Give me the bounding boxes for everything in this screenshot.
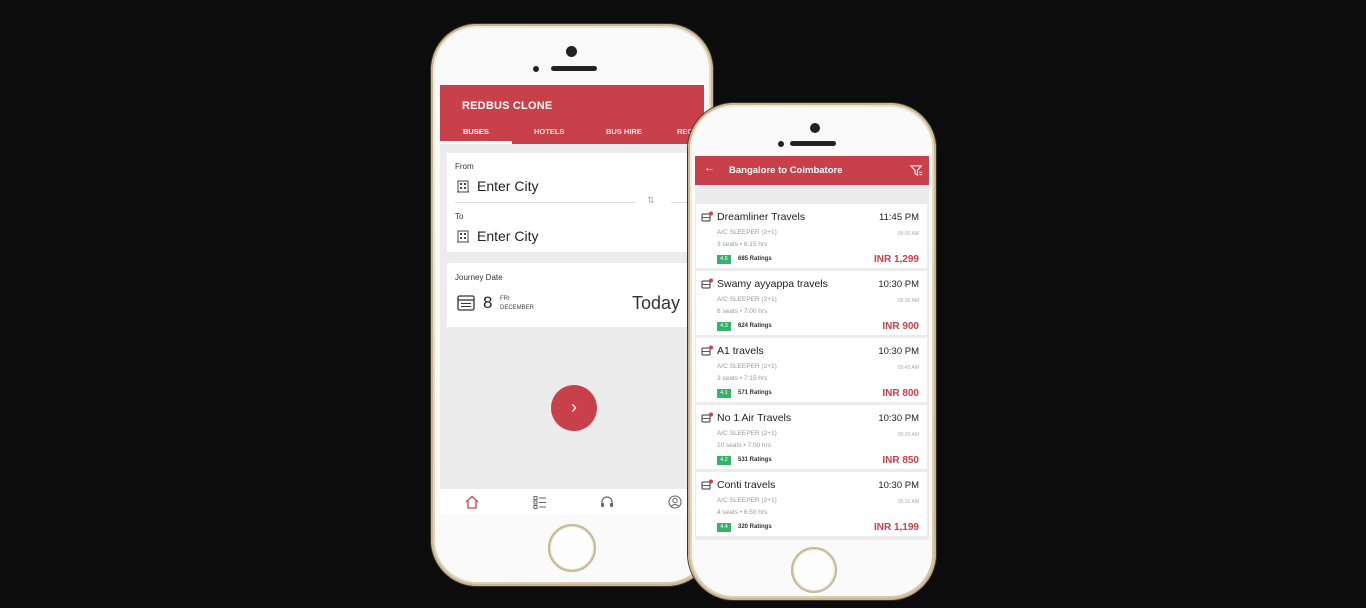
- profile-icon[interactable]: [668, 495, 682, 509]
- to-label: To: [455, 212, 464, 221]
- phone-left: REDBUS CLONE BUSES HOTELS BUS HIRE REC F…: [431, 24, 713, 586]
- departure-time: 10:30 PM: [878, 346, 919, 357]
- speaker: [790, 141, 836, 146]
- rating-badge: 4.1: [717, 389, 731, 398]
- tab-bus-hire[interactable]: BUS HIRE: [606, 127, 642, 136]
- phone-right: ← Bangalore to Coimbatore Dreamliner Tra…: [688, 103, 936, 600]
- tab-buses[interactable]: BUSES: [463, 127, 489, 136]
- home-button[interactable]: [791, 547, 837, 593]
- bus-list-item[interactable]: Swamy ayyappa travels 10:30 PM A/C SLEEPER…: [696, 271, 927, 335]
- ratings-count: 320 Ratings: [738, 524, 772, 530]
- route-title: Bangalore to Coimbatore: [729, 165, 843, 176]
- bus-operator-name: A1 travels: [717, 345, 764, 357]
- bus-operator-name: Dreamliner Travels: [717, 211, 806, 223]
- rating-badge: 4.6: [717, 255, 731, 264]
- screen-left: REDBUS CLONE BUSES HOTELS BUS HIRE REC F…: [440, 85, 704, 515]
- bus-icon: [701, 278, 713, 289]
- to-input[interactable]: Enter City: [477, 228, 538, 244]
- front-camera: [566, 46, 577, 57]
- seats-duration: 4 seats • 6:50 hrs: [717, 509, 768, 516]
- front-camera: [810, 123, 820, 133]
- ratings-count: 624 Ratings: [738, 323, 772, 329]
- tab-hotels[interactable]: HOTELS: [534, 127, 564, 136]
- bus-icon: [701, 345, 713, 356]
- departure-time: 10:30 PM: [878, 413, 919, 424]
- bus-operator-name: Conti travels: [717, 479, 776, 491]
- search-buses-button[interactable]: ›: [551, 385, 597, 431]
- bus-price: INR 850: [882, 455, 919, 466]
- bus-icon: [701, 211, 713, 222]
- bus-price: INR 1,299: [873, 254, 919, 265]
- bus-icon: [701, 479, 713, 490]
- bookings-icon[interactable]: [533, 495, 547, 509]
- arrival-time: 06:00 AM: [897, 231, 919, 237]
- bus-price: INR 1,199: [873, 522, 919, 533]
- bus-price: INR 800: [882, 388, 919, 399]
- bus-type: A/C SLEEPER (2+1): [717, 229, 777, 236]
- from-divider: [455, 202, 635, 203]
- from-label: From: [455, 162, 474, 171]
- arrival-time: 05:45 AM: [897, 365, 919, 371]
- journey-date-card[interactable]: Journey Date 8 FRI DECEMBER Today: [447, 263, 704, 327]
- filter-icon[interactable]: [910, 164, 923, 177]
- sensor: [778, 141, 784, 147]
- bus-list-item[interactable]: No 1 Air Travels 10:30 PM A/C SLEEPER (2+1…: [696, 405, 927, 469]
- arrival-time: 05:30 AM: [897, 432, 919, 438]
- seats-duration: 3 seats • 7:15 hrs: [717, 375, 768, 382]
- active-tab-indicator: [440, 141, 512, 144]
- bottom-nav: [440, 489, 704, 515]
- ratings-count: 531 Ratings: [738, 457, 772, 463]
- rating-badge: 4.3: [717, 322, 731, 331]
- app-title: REDBUS CLONE: [462, 100, 553, 112]
- bus-list-item[interactable]: Dreamliner Travels 11:45 PM A/C SLEEPER (2…: [696, 204, 927, 268]
- bus-icon: [701, 412, 713, 423]
- building-icon: [457, 230, 469, 243]
- date-weekday: FRI: [500, 296, 510, 302]
- bus-type: A/C SLEEPER (2+1): [717, 430, 777, 437]
- rating-badge: 4.2: [717, 456, 731, 465]
- date-today: Today: [632, 293, 681, 313]
- back-arrow-icon[interactable]: ←: [704, 162, 715, 174]
- from-input[interactable]: Enter City: [477, 178, 538, 194]
- route-card: From Enter City ⇅ To Enter City: [447, 153, 704, 252]
- ratings-count: 685 Ratings: [738, 256, 772, 262]
- arrival-time: 05:20 AM: [897, 499, 919, 505]
- arrival-time: 05:30 AM: [897, 298, 919, 304]
- app-header: REDBUS CLONE BUSES HOTELS BUS HIRE REC: [440, 85, 704, 144]
- bus-type: A/C SLEEPER (2+1): [717, 497, 777, 504]
- bus-operator-name: Swamy ayyappa travels: [717, 278, 828, 290]
- bus-type: A/C SLEEPER (2+1): [717, 363, 777, 370]
- sensor: [533, 66, 539, 72]
- home-button[interactable]: [548, 524, 596, 572]
- rating-badge: 4.4: [717, 523, 731, 532]
- bus-price: INR 900: [882, 321, 919, 332]
- seats-duration: 3 seats • 6:15 hrs: [717, 241, 768, 248]
- screen-right: ← Bangalore to Coimbatore Dreamliner Tra…: [695, 156, 929, 540]
- bus-list-item[interactable]: Conti travels 10:30 PM A/C SLEEPER (2+1) 05…: [696, 472, 927, 536]
- departure-time: 11:45 PM: [879, 212, 919, 223]
- bus-operator-name: No 1 Air Travels: [717, 412, 792, 424]
- calendar-icon: [457, 295, 475, 311]
- departure-time: 10:30 PM: [878, 279, 919, 290]
- seats-duration: 6 seats • 7:00 hrs: [717, 308, 768, 315]
- journey-date-label: Journey Date: [455, 273, 503, 282]
- date-month: DECEMBER: [500, 305, 535, 311]
- headset-icon[interactable]: [600, 495, 614, 509]
- date-day: 8: [483, 293, 493, 312]
- ratings-count: 571 Ratings: [738, 390, 772, 396]
- swap-icon[interactable]: ⇅: [647, 195, 655, 206]
- departure-time: 10:30 PM: [878, 480, 919, 491]
- building-icon: [457, 180, 469, 193]
- speaker: [551, 66, 597, 71]
- bus-list-item[interactable]: A1 travels 10:30 PM A/C SLEEPER (2+1) 05:45…: [696, 338, 927, 402]
- seats-duration: 10 seats • 7:00 hrs: [717, 442, 771, 449]
- bus-type: A/C SLEEPER (2+1): [717, 296, 777, 303]
- results-header: ← Bangalore to Coimbatore: [695, 156, 929, 185]
- home-icon[interactable]: [465, 495, 479, 509]
